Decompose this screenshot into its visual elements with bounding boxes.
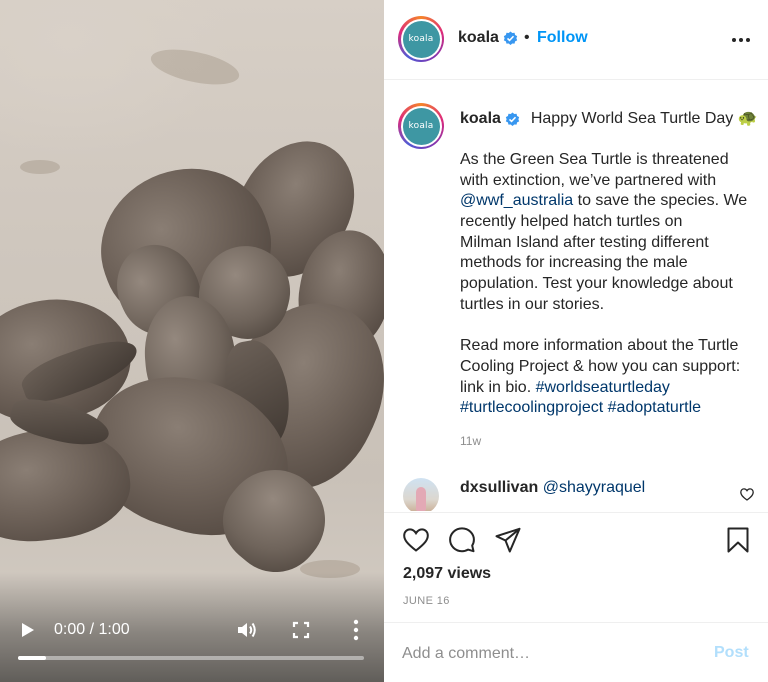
reply-avatar[interactable] — [403, 478, 439, 511]
avatar-border: koala — [400, 105, 442, 147]
koala-logo: koala — [402, 20, 440, 58]
caption-line: with extinction, we’ve partnered with — [460, 171, 760, 192]
duration: 1:00 — [98, 621, 130, 638]
comment-icon[interactable] — [448, 526, 476, 554]
caption-line: #turtlecoolingproject #adoptaturtle — [460, 398, 760, 419]
caption-line-text: Milman Island after testing different — [460, 233, 709, 251]
caption-line-text: population. Test your knowledge about — [460, 275, 733, 293]
header-username[interactable]: koala — [458, 29, 499, 47]
caption-line: population. Test your knowledge about — [460, 274, 760, 295]
post-panel: koala koala • Follow koala koala Happy W… — [384, 0, 768, 682]
video-player[interactable]: 0:00 / 1:00 — [0, 0, 384, 682]
caption-line: Cooling Project & how you can support: — [460, 357, 760, 378]
post-header: koala koala • Follow — [384, 0, 768, 80]
caption-line: As the Green Sea Turtle is threatened — [460, 150, 760, 171]
sand-texture — [20, 160, 60, 174]
reply-username[interactable]: dxsullivan — [460, 479, 538, 496]
video-progress-bar[interactable] — [18, 656, 364, 660]
post-button[interactable]: Post — [714, 644, 749, 662]
caption-link[interactable]: #turtlecoolingproject #adoptaturtle — [460, 399, 701, 416]
more-vertical-icon[interactable] — [350, 619, 362, 641]
caption-line-text: recently helped hatch turtles on — [460, 213, 683, 231]
caption-line: Read more information about the Turtle — [460, 336, 760, 357]
comment-bar: Post — [384, 622, 768, 682]
caption-line: @wwf_australia to save the species. We — [460, 191, 760, 212]
header-avatar[interactable]: koala — [398, 16, 444, 62]
caption-text: As the Green Sea Turtle is threatened wit… — [460, 150, 760, 419]
share-icon[interactable] — [494, 526, 522, 554]
caption-username[interactable]: koala — [460, 110, 501, 127]
comments-area[interactable]: koala koala Happy World Sea Turtle Day 🐢… — [384, 81, 768, 511]
caption-line: Milman Island after testing different — [460, 233, 760, 254]
verified-badge-icon — [503, 31, 518, 45]
reply-comment: dxsullivan @shayyraquel — [460, 479, 645, 497]
caption-line-text: Cooling Project & how you can support: — [460, 357, 741, 375]
caption-line-text: with extinction, we’ve partnered with — [460, 171, 717, 189]
current-time: 0:00 — [54, 621, 86, 638]
caption-line-text: Read more information about the Turtle — [460, 337, 739, 355]
verified-badge-icon — [505, 112, 520, 126]
small-heart-icon[interactable] — [740, 488, 754, 501]
caption-line: recently helped hatch turtles on — [460, 212, 760, 233]
koala-logo: koala — [402, 107, 440, 145]
caption-age[interactable]: 11w — [460, 434, 481, 448]
view-count[interactable]: 2,097 views — [403, 565, 491, 583]
time-separator: / — [85, 621, 99, 638]
caption-line — [460, 316, 760, 337]
caption-avatar[interactable]: koala — [398, 103, 444, 149]
caption-line: methods for increasing the male — [460, 253, 760, 274]
avatar-border: koala — [400, 18, 442, 60]
bookmark-icon[interactable] — [724, 526, 752, 554]
video-controls: 0:00 / 1:00 — [0, 612, 384, 648]
comment-input[interactable] — [402, 642, 692, 666]
play-icon[interactable] — [18, 621, 36, 639]
caption-title: Happy World Sea Turtle Day 🐢 — [530, 110, 758, 127]
caption-line-text: methods for increasing the male — [460, 254, 688, 272]
caption-line-text: As the Green Sea Turtle is threatened — [460, 151, 729, 168]
caption-line-text: turtles in our stories. — [460, 295, 605, 313]
more-horizontal-icon[interactable] — [730, 30, 752, 50]
caption-line-text: to save the species. We — [573, 192, 748, 210]
caption-line-text: link in bio. — [460, 378, 536, 396]
reply-mention[interactable]: @shayyraquel — [543, 479, 646, 496]
caption-link[interactable]: @wwf_australia — [460, 192, 573, 209]
follow-button[interactable]: Follow — [537, 29, 588, 47]
sand-texture — [147, 42, 243, 92]
post-date[interactable]: JUNE 16 — [403, 595, 450, 607]
heart-icon[interactable] — [402, 526, 430, 554]
fullscreen-icon[interactable] — [292, 621, 310, 639]
avatar-photo-figure — [416, 487, 426, 511]
volume-icon[interactable] — [236, 620, 258, 640]
time-display: 0:00 / 1:00 — [54, 621, 130, 639]
caption-link[interactable]: #worldseaturtleday — [536, 379, 670, 396]
caption-line: turtles in our stories. — [460, 295, 760, 316]
header-dot: • — [524, 29, 530, 46]
post-actions: 2,097 views JUNE 16 — [384, 512, 768, 624]
video-progress-fill — [18, 656, 46, 660]
caption-line: link in bio. #worldseaturtleday — [460, 378, 760, 399]
